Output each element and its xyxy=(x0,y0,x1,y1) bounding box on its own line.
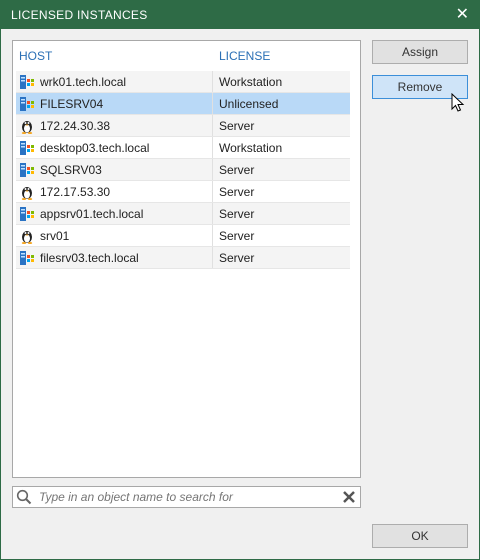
windows-server-icon xyxy=(18,205,36,223)
host-cell: FILESRV04 xyxy=(16,93,213,114)
instances-list[interactable]: HOST LICENSE wrk01.tech.local Workstation… xyxy=(12,40,361,478)
table-row[interactable]: appsrv01.tech.local Server xyxy=(16,203,350,225)
host-name: srv01 xyxy=(40,228,70,243)
license-cell: Server xyxy=(219,250,255,265)
license-cell: Workstation xyxy=(219,140,283,155)
windows-server-icon xyxy=(18,95,36,113)
close-icon[interactable]: ✕ xyxy=(456,7,469,23)
license-cell: Workstation xyxy=(219,74,283,89)
linux-tux-icon xyxy=(18,117,36,135)
host-name: 172.24.30.38 xyxy=(40,118,111,133)
title-bar: LICENSED INSTANCES ✕ xyxy=(1,1,479,29)
host-name: filesrv03.tech.local xyxy=(40,250,139,265)
windows-server-icon xyxy=(18,161,36,179)
column-header-license[interactable]: LICENSE xyxy=(213,49,270,63)
search-box xyxy=(12,486,361,508)
table-row[interactable]: 172.17.53.30 Server xyxy=(16,181,350,203)
table-row[interactable]: srv01 Server xyxy=(16,225,350,247)
host-name: SQLSRV03 xyxy=(40,162,102,177)
windows-server-icon xyxy=(18,249,36,267)
host-cell: 172.24.30.38 xyxy=(16,115,213,136)
host-cell: desktop03.tech.local xyxy=(16,137,213,158)
windows-server-icon xyxy=(18,73,36,91)
host-name: appsrv01.tech.local xyxy=(40,206,144,221)
search-icon xyxy=(13,489,35,505)
table-row[interactable]: 172.24.30.38 Server xyxy=(16,115,350,137)
table-row[interactable]: wrk01.tech.local Workstation xyxy=(16,71,350,93)
dialog-title: LICENSED INSTANCES xyxy=(11,8,148,22)
license-cell: Server xyxy=(219,118,255,133)
license-cell: Unlicensed xyxy=(219,96,279,111)
host-cell: SQLSRV03 xyxy=(16,159,213,180)
host-name: wrk01.tech.local xyxy=(40,74,127,89)
linux-tux-icon xyxy=(18,183,36,201)
windows-server-icon xyxy=(18,139,36,157)
search-input[interactable] xyxy=(35,490,338,504)
host-name: desktop03.tech.local xyxy=(40,140,150,155)
list-rows: wrk01.tech.local Workstation FILESRV04 Unli… xyxy=(13,71,360,269)
table-row[interactable]: SQLSRV03 Server xyxy=(16,159,350,181)
ok-button[interactable]: OK xyxy=(372,524,468,548)
table-row[interactable]: desktop03.tech.local Workstation xyxy=(16,137,350,159)
mouse-cursor-icon xyxy=(451,93,465,112)
host-cell: srv01 xyxy=(16,225,213,246)
host-name: 172.17.53.30 xyxy=(40,184,111,199)
list-header: HOST LICENSE xyxy=(13,41,360,71)
license-cell: Server xyxy=(219,162,255,177)
host-cell: appsrv01.tech.local xyxy=(16,203,213,224)
host-name: FILESRV04 xyxy=(40,96,104,111)
license-cell: Server xyxy=(219,228,255,243)
host-cell: 172.17.53.30 xyxy=(16,181,213,202)
host-cell: filesrv03.tech.local xyxy=(16,247,213,268)
licensed-instances-dialog: LICENSED INSTANCES ✕ HOST LICENSE wrk01.… xyxy=(0,0,480,560)
table-row[interactable]: filesrv03.tech.local Server xyxy=(16,247,350,269)
license-cell: Server xyxy=(219,206,255,221)
license-cell: Server xyxy=(219,184,255,199)
host-cell: wrk01.tech.local xyxy=(16,71,213,92)
column-header-host[interactable]: HOST xyxy=(13,49,213,63)
linux-tux-icon xyxy=(18,227,36,245)
table-row[interactable]: FILESRV04 Unlicensed xyxy=(16,93,350,115)
clear-search-icon[interactable] xyxy=(338,490,360,504)
assign-button[interactable]: Assign xyxy=(372,40,468,64)
